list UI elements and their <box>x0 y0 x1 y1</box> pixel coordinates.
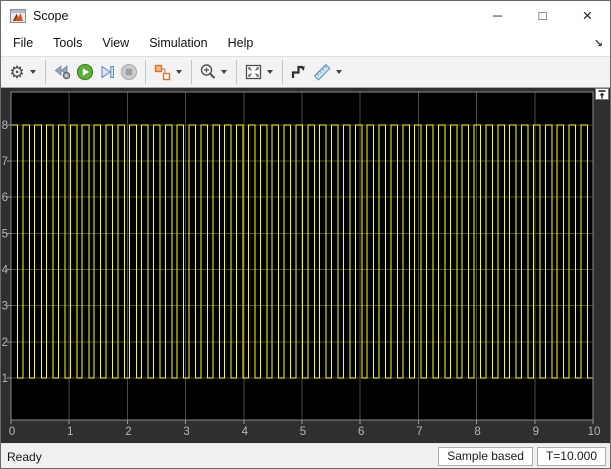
zoom-in-icon <box>200 64 216 79</box>
menu-bar: File Tools View Simulation Help ↘ <box>1 30 610 56</box>
menu-item-help[interactable]: Help <box>218 32 264 54</box>
menu-bar-items: File Tools View Simulation Help <box>3 32 263 54</box>
scope-window: Scope ─ □ × File Tools View Simulation Help … <box>0 0 611 469</box>
dock-figure-icon[interactable]: ↘ <box>594 37 610 50</box>
close-button[interactable]: × <box>565 1 610 30</box>
status-sample-mode: Sample based <box>438 447 533 466</box>
toolbar-separator <box>145 60 146 84</box>
matlab-scope-icon <box>10 8 26 23</box>
run-icon <box>76 63 94 81</box>
run-button[interactable] <box>74 59 96 85</box>
svg-text:3: 3 <box>183 426 189 438</box>
signal-selector-button[interactable] <box>151 59 174 85</box>
configuration-properties-button[interactable]: ⚙ <box>6 59 28 85</box>
title-bar[interactable]: Scope ─ □ × <box>1 1 610 30</box>
svg-text:7: 7 <box>416 426 422 438</box>
stop-icon <box>120 63 138 81</box>
expand-axes-icon[interactable] <box>595 88 609 100</box>
menu-item-view[interactable]: View <box>92 32 139 54</box>
svg-text:4: 4 <box>2 265 9 277</box>
svg-text:2: 2 <box>2 337 8 349</box>
status-ready: Ready <box>7 449 42 464</box>
measurements-dropdown-caret[interactable] <box>336 70 342 74</box>
scope-figure: 1 2 3 4 5 6 7 8 0 1 2 3 4 5 6 7 8 9 10 <box>1 88 610 443</box>
span-button[interactable] <box>242 59 265 85</box>
svg-text:4: 4 <box>242 426 249 438</box>
menu-item-file[interactable]: File <box>3 32 43 54</box>
toolbar-separator <box>236 60 237 84</box>
cursor-measurements-icon <box>313 63 331 81</box>
signal-selector-dropdown-caret[interactable] <box>176 70 182 74</box>
signal-selector-icon <box>154 64 171 80</box>
toolbar-separator <box>45 60 46 84</box>
svg-text:10: 10 <box>588 426 601 438</box>
scope-plot-area[interactable]: 1 2 3 4 5 6 7 8 0 1 2 3 4 5 6 7 8 9 10 <box>1 88 611 443</box>
svg-text:8: 8 <box>474 426 480 438</box>
menu-item-simulation[interactable]: Simulation <box>139 32 217 54</box>
svg-text:3: 3 <box>2 301 8 313</box>
svg-text:8: 8 <box>2 120 8 132</box>
zoom-in-button[interactable] <box>197 59 219 85</box>
toolbar: ⚙ <box>1 56 610 88</box>
trigger-button[interactable] <box>288 59 310 85</box>
status-bar: Ready Sample based T=10.000 <box>1 443 610 468</box>
minimize-button[interactable]: ─ <box>475 1 520 30</box>
svg-text:1: 1 <box>67 426 73 438</box>
trigger-icon <box>291 65 305 78</box>
step-forward-button[interactable] <box>96 59 118 85</box>
maximize-button[interactable]: □ <box>520 1 565 30</box>
svg-text:6: 6 <box>2 192 8 204</box>
step-forward-icon <box>101 65 114 79</box>
svg-text:5: 5 <box>300 426 306 438</box>
configuration-dropdown-caret[interactable] <box>30 70 36 74</box>
cursor-measurements-button[interactable] <box>310 59 334 85</box>
svg-text:0: 0 <box>9 426 15 438</box>
window-title: Scope <box>33 8 69 23</box>
svg-text:7: 7 <box>2 156 8 168</box>
svg-text:6: 6 <box>358 426 364 438</box>
zoom-dropdown-caret[interactable] <box>221 70 227 74</box>
svg-text:1: 1 <box>2 373 8 385</box>
status-sim-time: T=10.000 <box>536 447 606 466</box>
gear-icon: ⚙ <box>9 62 25 82</box>
stepping-options-icon <box>54 65 71 80</box>
menu-item-tools[interactable]: Tools <box>43 32 92 54</box>
svg-text:9: 9 <box>533 426 539 438</box>
svg-text:2: 2 <box>125 426 131 438</box>
toolbar-separator <box>191 60 192 84</box>
span-dropdown-caret[interactable] <box>267 70 273 74</box>
toolbar-separator <box>282 60 283 84</box>
svg-text:5: 5 <box>2 228 8 240</box>
stop-button[interactable] <box>118 59 140 85</box>
span-icon <box>245 64 262 80</box>
stepping-options-button[interactable] <box>51 59 74 85</box>
